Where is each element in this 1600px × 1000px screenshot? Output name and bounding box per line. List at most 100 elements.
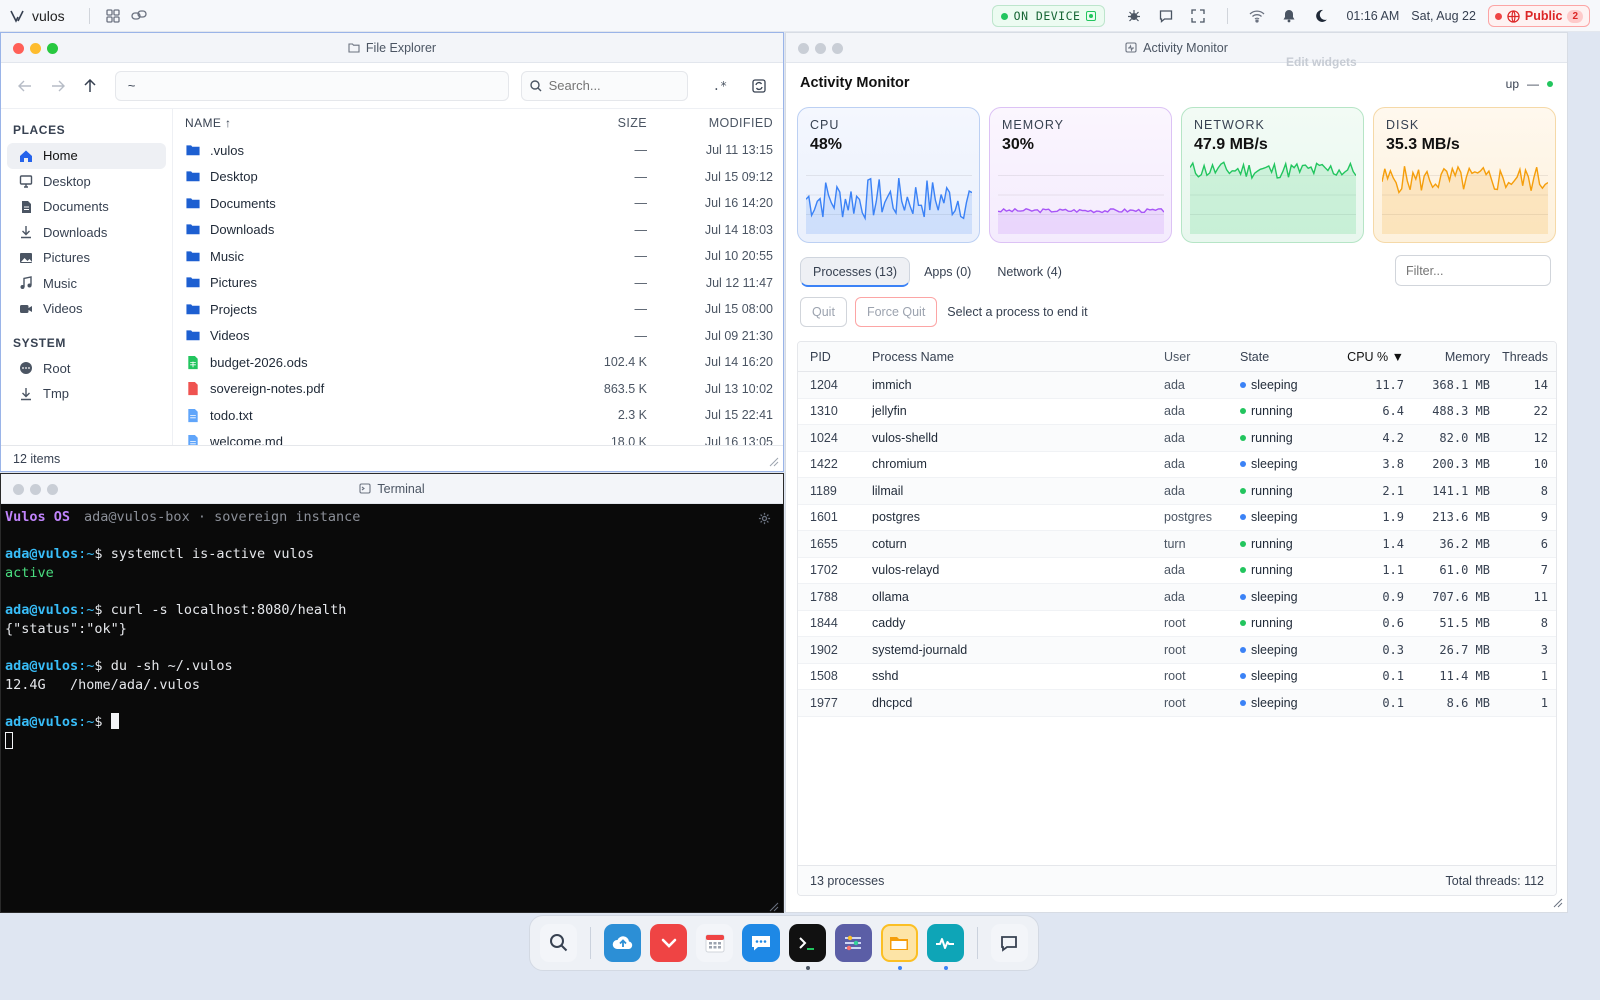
sidebar-item-home[interactable]: Home [7, 143, 166, 169]
moon-icon[interactable] [1308, 4, 1334, 28]
filter-input[interactable] [1395, 255, 1551, 286]
dock-search-app[interactable] [540, 924, 578, 962]
close-window-button[interactable] [798, 43, 809, 54]
resize-handle-icon[interactable] [769, 902, 779, 912]
process-row[interactable]: 1508 sshd root sleeping 0.1 11.4 MB 1 [798, 664, 1556, 690]
link-icon[interactable] [126, 4, 152, 28]
sidebar-item-music[interactable]: Music [7, 271, 166, 297]
file-row[interactable]: Music — Jul 10 20:55 [185, 243, 773, 270]
dock-chat-app[interactable] [742, 924, 780, 962]
sidebar-item-root[interactable]: Root [7, 356, 166, 382]
dock-files-app[interactable] [880, 924, 918, 970]
pid-column-header[interactable]: PID [798, 350, 860, 364]
state-column-header[interactable]: State [1240, 350, 1332, 364]
sidebar-item-tmp[interactable]: Tmp [7, 381, 166, 407]
sidebar-item-videos[interactable]: Videos [7, 296, 166, 322]
name-column-header[interactable]: NAME ↑ [185, 116, 537, 130]
file-row[interactable]: Videos — Jul 09 21:30 [185, 323, 773, 350]
file-row[interactable]: Documents — Jul 16 14:20 [185, 190, 773, 217]
gear-icon[interactable] [758, 512, 771, 525]
clock-date[interactable]: Sat, Aug 22 [1411, 9, 1476, 23]
maximize-window-button[interactable] [832, 43, 843, 54]
on-device-indicator[interactable]: ON DEVICE [991, 5, 1106, 27]
chat-bubble-icon[interactable] [1153, 4, 1179, 28]
up-button[interactable] [76, 72, 105, 100]
path-input[interactable] [114, 70, 509, 101]
clock-time[interactable]: 01:16 AM [1346, 9, 1399, 23]
edit-widgets-link[interactable]: Edit widgets [1286, 55, 1357, 69]
bell-icon[interactable] [1276, 4, 1302, 28]
regex-toggle-button[interactable]: .* [708, 73, 733, 99]
terminal-titlebar[interactable]: Terminal [1, 474, 783, 504]
file-row[interactable]: sovereign-notes.pdf 863.5 K Jul 13 10:02 [185, 376, 773, 403]
metric-card-disk[interactable]: DISK 35.3 MB/s [1373, 107, 1556, 243]
dock-settings-app[interactable] [834, 924, 872, 962]
file-row[interactable]: budget-2026.ods 102.4 K Jul 14 16:20 [185, 349, 773, 376]
tab-processes[interactable]: Processes (13) [800, 257, 911, 287]
public-status-button[interactable]: Public 2 [1487, 5, 1590, 27]
process-row[interactable]: 1977 dhcpcd root sleeping 0.1 8.6 MB 1 [798, 690, 1556, 717]
cpu-column-header[interactable]: CPU % ▼ [1332, 350, 1404, 364]
dock-pocket-app[interactable] [650, 924, 688, 962]
file-row[interactable]: Pictures — Jul 12 11:47 [185, 270, 773, 297]
minimize-window-button[interactable] [815, 43, 826, 54]
wifi-icon[interactable] [1244, 4, 1270, 28]
process-row[interactable]: 1702 vulos-relayd ada running 1.1 61.0 MB 7 [798, 558, 1556, 584]
metric-card-cpu[interactable]: CPU 48% [797, 107, 980, 243]
sidebar-item-documents[interactable]: Documents [7, 194, 166, 220]
file-row[interactable]: todo.txt 2.3 K Jul 15 22:41 [185, 402, 773, 429]
minimize-window-button[interactable] [30, 43, 41, 54]
terminal-input-line[interactable] [5, 732, 779, 751]
file-row[interactable]: Desktop — Jul 15 09:12 [185, 164, 773, 191]
process-row[interactable]: 1024 vulos-shelld ada running 4.2 82.0 MB 12 [798, 425, 1556, 452]
threads-column-header[interactable]: Threads [1490, 350, 1548, 364]
dock-cloud-upload-app[interactable] [604, 924, 642, 962]
dock-terminal-app[interactable] [788, 924, 826, 970]
process-row[interactable]: 1601 postgres postgres sleeping 1.9 213.6 MB 9 [798, 505, 1556, 531]
sidebar-item-desktop[interactable]: Desktop [7, 169, 166, 195]
user-column-header[interactable]: User [1164, 350, 1240, 364]
tab-network[interactable]: Network (4) [985, 257, 1074, 287]
maximize-window-button[interactable] [47, 484, 58, 495]
minimize-window-button[interactable] [30, 484, 41, 495]
dock-messages-app[interactable] [990, 924, 1029, 962]
quit-button[interactable]: Quit [800, 297, 847, 327]
resize-handle-icon[interactable] [1553, 898, 1563, 908]
bug-icon[interactable] [1121, 4, 1147, 28]
file-row[interactable]: Downloads — Jul 14 18:03 [185, 217, 773, 244]
process-row[interactable]: 1189 lilmail ada running 2.1 141.1 MB 8 [798, 478, 1556, 505]
process-row[interactable]: 1902 systemd-journald root sleeping 0.3 26.7 … [798, 637, 1556, 664]
metric-card-network[interactable]: NETWORK 47.9 MB/s [1181, 107, 1364, 243]
name-column-header[interactable]: Process Name [860, 350, 1164, 364]
process-row[interactable]: 1788 ollama ada sleeping 0.9 707.6 MB 11 [798, 584, 1556, 611]
modified-column-header[interactable]: MODIFIED [647, 116, 773, 130]
brand-name[interactable]: vulos [32, 8, 65, 24]
back-button[interactable] [11, 72, 40, 100]
process-row[interactable]: 1422 chromium ada sleeping 3.8 200.3 MB 10 [798, 452, 1556, 478]
size-column-header[interactable]: SIZE [537, 116, 647, 130]
forward-button[interactable] [44, 72, 73, 100]
grid-icon[interactable] [100, 4, 126, 28]
process-row[interactable]: 1844 caddy root running 0.6 51.5 MB 8 [798, 611, 1556, 637]
dock-calendar-app[interactable] [696, 924, 734, 962]
process-row[interactable]: 1655 coturn turn running 1.4 36.2 MB 6 [798, 531, 1556, 558]
dock-activity-monitor-app[interactable] [926, 924, 964, 970]
close-window-button[interactable] [13, 43, 24, 54]
sidebar-item-downloads[interactable]: Downloads [7, 220, 166, 246]
activity-monitor-titlebar[interactable]: Activity Monitor [786, 33, 1567, 63]
resize-handle-icon[interactable] [769, 457, 779, 467]
force-quit-button[interactable]: Force Quit [854, 297, 938, 327]
refresh-button[interactable] [744, 72, 773, 100]
close-window-button[interactable] [13, 484, 24, 495]
fullscreen-icon[interactable] [1185, 4, 1211, 28]
process-row[interactable]: 1310 jellyfin ada running 6.4 488.3 MB 22 [798, 399, 1556, 425]
process-row[interactable]: 1204 immich ada sleeping 11.7 368.1 MB 14 [798, 372, 1556, 399]
vulos-logo-icon[interactable] [10, 9, 24, 23]
tab-apps[interactable]: Apps (0) [912, 257, 983, 287]
metric-card-memory[interactable]: MEMORY 30% [989, 107, 1172, 243]
maximize-window-button[interactable] [47, 43, 58, 54]
search-field[interactable] [520, 70, 688, 101]
file-explorer-titlebar[interactable]: File Explorer [1, 33, 783, 63]
file-row[interactable]: Projects — Jul 15 08:00 [185, 296, 773, 323]
file-row[interactable]: .vulos — Jul 11 13:15 [185, 137, 773, 164]
